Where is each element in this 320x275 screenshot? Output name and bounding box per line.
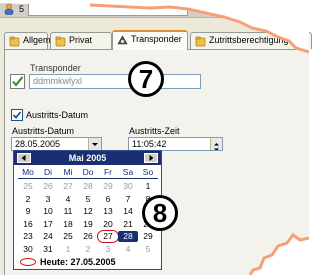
tab-transponder[interactable]: Transponder (112, 30, 188, 50)
dialog-window: 5 Allgemein Privat Transponder Zutrittsb… (0, 0, 312, 275)
transponder-icon (117, 35, 128, 46)
tab-label: Transponder (131, 34, 182, 44)
